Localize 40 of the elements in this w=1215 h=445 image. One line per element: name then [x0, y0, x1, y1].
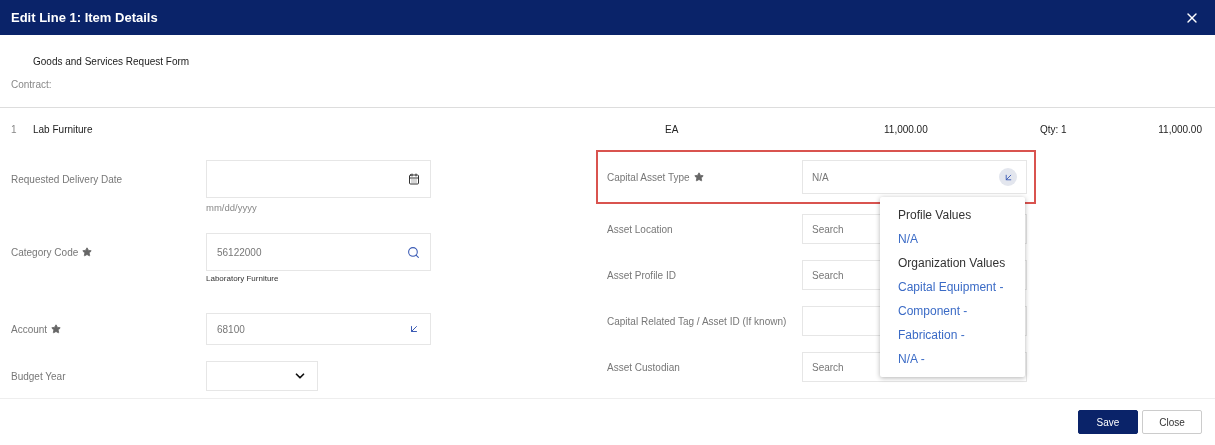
- search-icon[interactable]: [407, 245, 420, 259]
- dropdown-option[interactable]: Capital Equipment -: [880, 275, 1025, 299]
- date-format-hint: mm/dd/yyyy: [206, 201, 258, 215]
- input-field[interactable]: N/A: [802, 160, 1027, 194]
- field-label: Budget Year: [11, 369, 67, 384]
- unit-price: 11,000.00: [884, 122, 929, 137]
- arrow-down-left-icon[interactable]: [999, 168, 1017, 186]
- required-star-icon: [51, 324, 62, 335]
- window-title: Edit Line 1: Item Details: [11, 8, 158, 27]
- select-field[interactable]: [206, 361, 318, 392]
- line-number: 1: [11, 122, 18, 137]
- field-label: Asset Custodian: [607, 360, 681, 375]
- close-button[interactable]: Close: [1142, 410, 1202, 434]
- item-name: Lab Furniture: [33, 122, 94, 137]
- field-label: Asset Location: [607, 222, 674, 237]
- unit-of-measure: EA: [665, 122, 680, 137]
- category-description: Laboratory Furniture: [206, 273, 280, 286]
- field-label: Asset Profile ID: [607, 268, 677, 283]
- dropdown-option[interactable]: N/A -: [880, 347, 1025, 371]
- line-total: 11,000.00: [1158, 122, 1203, 137]
- group-heading: Organization Values: [897, 255, 1007, 272]
- field-label: Account: [11, 321, 206, 337]
- group-heading: Profile Values: [897, 207, 973, 224]
- input-field[interactable]: 56122000: [206, 233, 431, 272]
- field-label: Category Code: [11, 244, 206, 260]
- field-label: Requested Delivery Date: [11, 172, 124, 187]
- required-star-icon: [693, 172, 704, 182]
- input-field[interactable]: 68100: [206, 313, 431, 346]
- dropdown-option[interactable]: N/A: [880, 227, 1025, 251]
- quantity: Qty: 1: [1040, 122, 1068, 137]
- field-label: Capital Asset Type: [607, 169, 802, 185]
- contract-label: Contract:: [11, 78, 53, 92]
- field-label: Capital Related Tag / Asset ID (If known): [607, 314, 788, 329]
- dropdown-option[interactable]: Component -: [880, 299, 1025, 323]
- calendar-icon[interactable]: [408, 173, 420, 185]
- date-field[interactable]: [206, 160, 431, 198]
- dropdown-option[interactable]: Fabrication -: [880, 323, 1025, 347]
- save-button[interactable]: Save: [1078, 410, 1138, 434]
- form-title: Goods and Services Request Form: [32, 55, 191, 69]
- required-star-icon: [82, 247, 93, 258]
